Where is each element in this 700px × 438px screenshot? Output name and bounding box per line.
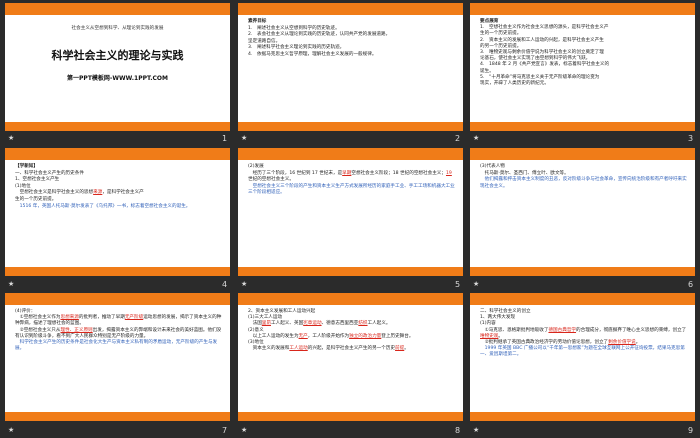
star-icon: ★ (241, 134, 248, 142)
slide-thumbnail-8[interactable]: 2、资本主义发展和工人运动兴起 (1)三大工人运动 法国里昂工人起义、英国宪章运… (238, 293, 463, 421)
slide-top-bar (5, 148, 230, 160)
slide-bottom-bar (5, 412, 230, 421)
paragraph-blue: 空想社会主义三个阶段的产生和资本主义生产方式发展所经历的家庭手工业、手工工场和机… (248, 183, 455, 196)
highlight-text: 无产阶级 (124, 315, 144, 321)
slide-thumbnail-7[interactable]: (4)评价： ①空想社会主义作为思想来源的批判者，推动了早期无产阶级运动思想的发… (5, 293, 230, 421)
paragraph-blue: 科学社会主义产生的历史条件是社会化大生产与资本主义私有制的矛盾运动，无产阶级的产… (15, 340, 218, 352)
highlight-text: 19 (445, 170, 452, 176)
slide-number: 1 (222, 134, 228, 143)
star-icon: ★ (473, 426, 480, 434)
slide-body: (2)发展 经历了三个阶段，16 世纪到 17 世纪末，是早期空想社会主义阶段；… (248, 164, 455, 264)
text-line: 1、空想社会主义产生 (15, 177, 60, 183)
slide-bottom-bar (5, 267, 230, 276)
slide-bottom-bar (238, 122, 463, 131)
slide-thumbnail-3[interactable]: 要点展育 1. 空想社会主义作为社会主义思想的源头，是科学社会主义产 生的一个历… (470, 3, 695, 131)
text-line: 4. 依据马克思主义哲学原理，理解社会主义发展的一般规律。 (248, 51, 377, 57)
highlight-text: 早期 (342, 170, 352, 176)
paragraph: 空想社会主义是科学社会主义的思想来源，是科学社会主义产 (19, 190, 144, 196)
slide-top-bar (5, 293, 230, 305)
highlight-text: 里昂 (261, 321, 271, 327)
paragraph: 经历了三个阶段，16 世纪到 17 世纪末，是早期空想社会主义阶段；18 世纪的… (248, 170, 452, 183)
slide-number: 3 (688, 134, 694, 143)
paragraph: ②空想社会主义只从理性、正义原则出发，揭露资本主义的弊端和设计未来社会的美好蓝图… (15, 327, 222, 339)
slide-bottom-bar (470, 122, 695, 131)
slide-bottom-bar (238, 267, 463, 276)
text-line: (3)代表人物 (480, 164, 505, 169)
slide-top-bar (238, 148, 463, 160)
paragraph: ①马克思、恩格斯批判地吸收了德国古典哲学的合理成分，彻底摒弃了唯心主义思想的束缚… (480, 327, 687, 339)
slide-top-bar (470, 293, 695, 305)
slide-bottom-bar (470, 412, 695, 421)
star-icon: ★ (8, 426, 15, 434)
star-icon: ★ (241, 426, 248, 434)
highlight-text: 宪章运动 (303, 321, 322, 327)
highlight-text: 唯物史观 (480, 333, 499, 339)
slide-body: (4)评价： ①空想社会主义作为思想来源的批判者，推动了早期无产阶级运动思想的发… (15, 309, 222, 409)
star-icon: ★ (473, 280, 480, 288)
slide-top-bar (238, 3, 463, 15)
slide-body: 【学新知】 一、科学社会主义产生的历史条件 1、空想社会主义产生 (1)地位 空… (15, 164, 222, 264)
slide-number: 2 (455, 134, 461, 143)
slide-body: 2、资本主义发展和工人运动兴起 (1)三大工人运动 法国里昂工人起义、英国宪章运… (248, 309, 455, 409)
slide-heading: 素养目标 (248, 19, 267, 24)
star-icon: ★ (8, 280, 15, 288)
slide-thumbnail-1[interactable]: 社会主义从空想到科学、从理论到实践的发展 科学社会主义的理论与实践 第一PPT模… (5, 3, 230, 131)
highlight-text: 纺织 (358, 321, 368, 327)
slide-bottom-bar (238, 412, 463, 421)
slide-body: 要点展育 1. 空想社会主义作为社会主义思想的源头，是科学社会主义产 生的一个历… (480, 19, 687, 119)
slide-top-bar (470, 148, 695, 160)
text-line: 3. 阐述科学社会主义理论到实践的历史轨迹。 (248, 45, 345, 51)
star-icon: ★ (473, 134, 480, 142)
text-line: 现实，开辟了人类历史的新纪元。 (480, 81, 549, 87)
text-line: (2)发展 (248, 164, 264, 169)
slide-thumbnail-6[interactable]: (3)代表人物 托马斯·莫尔、圣西门、傅立叶、欧文等。 他们揭露和抨击资本主义制… (470, 148, 695, 276)
text-line: 生的一个历史前提。 (15, 196, 57, 202)
highlight-text: 理性、正义原则 (60, 327, 93, 333)
text-line: 2. 表会社会主义从理论到实践的历史轨迹，认同共产党的发展道路， (248, 32, 391, 38)
slide-title: 科学社会主义的理论与实践 (51, 49, 184, 62)
highlight-text: 工人运动 (289, 346, 308, 352)
paragraph-blue: 1999 年英国 BBC 广播公司以“千年第一思想家”为题在全球互联网上公开征询… (480, 346, 685, 358)
slide-number: 6 (688, 280, 694, 289)
highlight-text: 无产 (298, 333, 308, 339)
paragraph-blue: 他们揭露和抨击资本主义制度的丑恶，反对阶级斗争与社会革命，宣传向统治阶级和有产者… (480, 177, 687, 189)
slide-body: (3)代表人物 托马斯·莫尔、圣西门、傅立叶、欧文等。 他们揭露和抨击资本主义制… (480, 164, 687, 264)
highlight-text: 独立的政治力量 (349, 333, 382, 339)
slide-top-bar (470, 3, 695, 15)
slide-number: 7 (222, 426, 228, 435)
star-icon: ★ (8, 134, 15, 142)
slide-top-bar (238, 293, 463, 305)
star-icon: ★ (241, 280, 248, 288)
highlight-text: 剩余价值学说 (608, 340, 636, 346)
highlight-text: 前提 (395, 346, 405, 352)
slide-body: 素养目标 1. 阐述社会主义从空想到科学的历史轨迹。 2. 表会社会主义从理论到… (248, 19, 455, 119)
highlight-text: 思想来源 (60, 315, 79, 321)
slide-bottom-bar (5, 122, 230, 131)
slide-number: 5 (455, 280, 461, 289)
slide-number: 9 (688, 426, 694, 435)
slide-thumbnail-2[interactable]: 素养目标 1. 阐述社会主义从空想到科学的历史轨迹。 2. 表会社会主义从理论到… (238, 3, 463, 131)
paragraph: 资本主义的发展和工人运动的兴起，是科学社会主义产生的另一个历史前提。 (252, 346, 409, 352)
slide-top-bar (5, 3, 230, 15)
slide-subtitle: 社会主义从空想到科学、从理论到实践的发展 (71, 26, 164, 31)
paragraph-blue: 1516 年，英国人托马斯·莫尔发表了《乌托邦》一书，标志着空想社会主义的诞生。 (19, 203, 191, 209)
slide-body: 二、科学社会主义的创立 1、两大伟大发现 (1)内容 ①马克思、恩格斯批判地吸收… (480, 309, 687, 409)
slide-site-text: 第一PPT模板网-WWW.1PPT.COM (67, 75, 168, 82)
paragraph: ①空想社会主义作为思想来源的批判者，推动了早期无产阶级运动思想的发展，揭示了资本… (15, 315, 222, 327)
section-tag: 【学新知】 (15, 164, 38, 169)
highlight-text: 德国古典哲学 (548, 327, 577, 333)
slide-number: 4 (222, 280, 228, 289)
slide-thumbnail-9[interactable]: 二、科学社会主义的创立 1、两大伟大发现 (1)内容 ①马克思、恩格斯批判地吸收… (470, 293, 695, 421)
slide-bottom-bar (470, 267, 695, 276)
slide-thumbnail-4[interactable]: 【学新知】 一、科学社会主义产生的历史条件 1、空想社会主义产生 (1)地位 空… (5, 148, 230, 276)
slide-thumbnail-5[interactable]: (2)发展 经历了三个阶段，16 世纪到 17 世纪末，是早期空想社会主义阶段；… (238, 148, 463, 276)
slide-number: 8 (455, 426, 461, 435)
highlight-text: 来源 (93, 190, 103, 196)
